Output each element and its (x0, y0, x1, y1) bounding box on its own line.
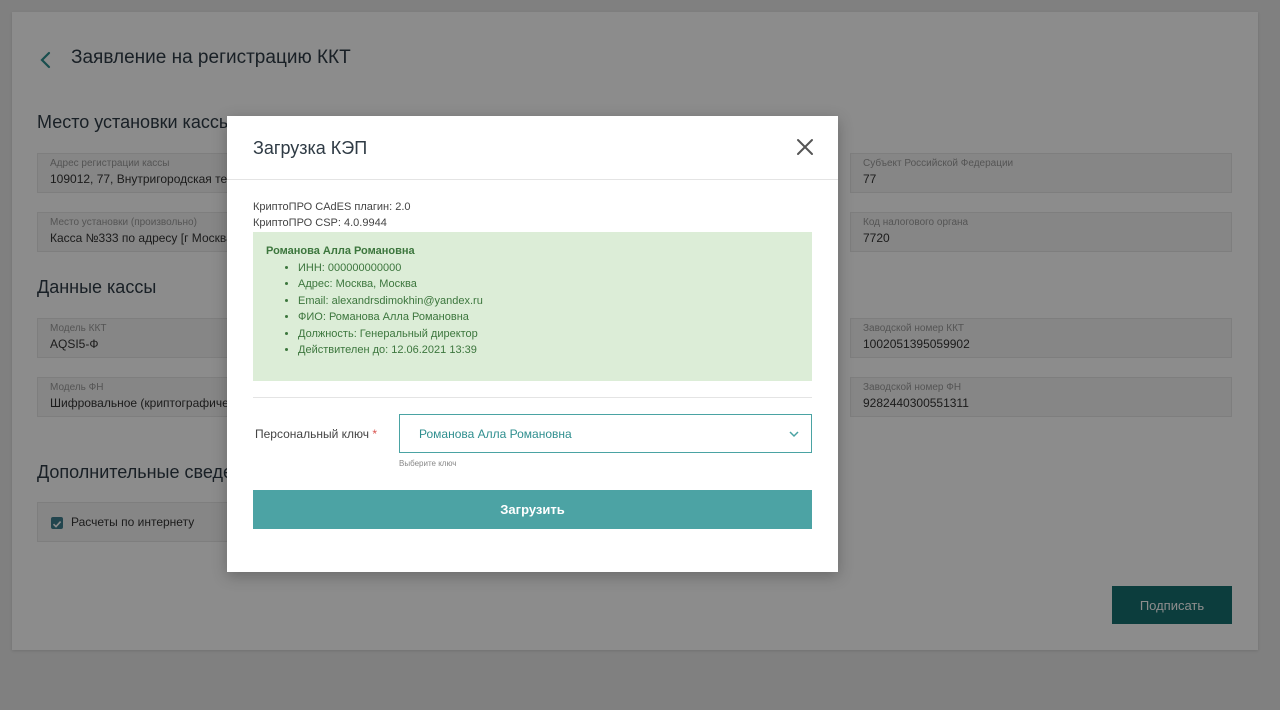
cert-valid-until: Действителен до: 12.06.2021 13:39 (298, 342, 799, 358)
personal-key-value: Романова Алла Романовна (419, 427, 572, 441)
modal-title: Загрузка КЭП (253, 138, 368, 158)
kep-upload-modal: Загрузка КЭП КриптоПРО CAdES плагин: 2.0… (227, 116, 838, 572)
close-icon[interactable] (794, 136, 816, 158)
form-divider (253, 397, 812, 398)
personal-key-label: Персональный ключ * (255, 427, 378, 441)
cert-email: Email: alexandrsdimokhin@yandex.ru (298, 293, 799, 309)
plugin-version: КриптоПРО CAdES плагин: 2.0 (253, 201, 411, 213)
cert-fio: ФИО: Романова Алла Романовна (298, 309, 799, 325)
required-mark: * (372, 427, 378, 441)
cert-owner-name: Романова Алла Романовна (266, 245, 415, 257)
csp-version: КриптоПРО CSP: 4.0.9944 (253, 217, 387, 229)
personal-key-select[interactable]: Романова Алла Романовна (399, 414, 812, 453)
load-button[interactable]: Загрузить (253, 490, 812, 529)
personal-key-hint: Выберите ключ (399, 459, 457, 468)
cert-inn: ИНН: 000000000000 (298, 260, 799, 276)
cert-address: Адрес: Москва, Москва (298, 276, 799, 292)
chevron-down-icon (789, 431, 799, 438)
certificate-info: Романова Алла Романовна ИНН: 00000000000… (253, 232, 812, 381)
cert-details-list: ИНН: 000000000000 Адрес: Москва, Москва … (298, 260, 799, 358)
modal-divider (227, 179, 838, 180)
cert-position: Должность: Генеральный директор (298, 326, 799, 342)
